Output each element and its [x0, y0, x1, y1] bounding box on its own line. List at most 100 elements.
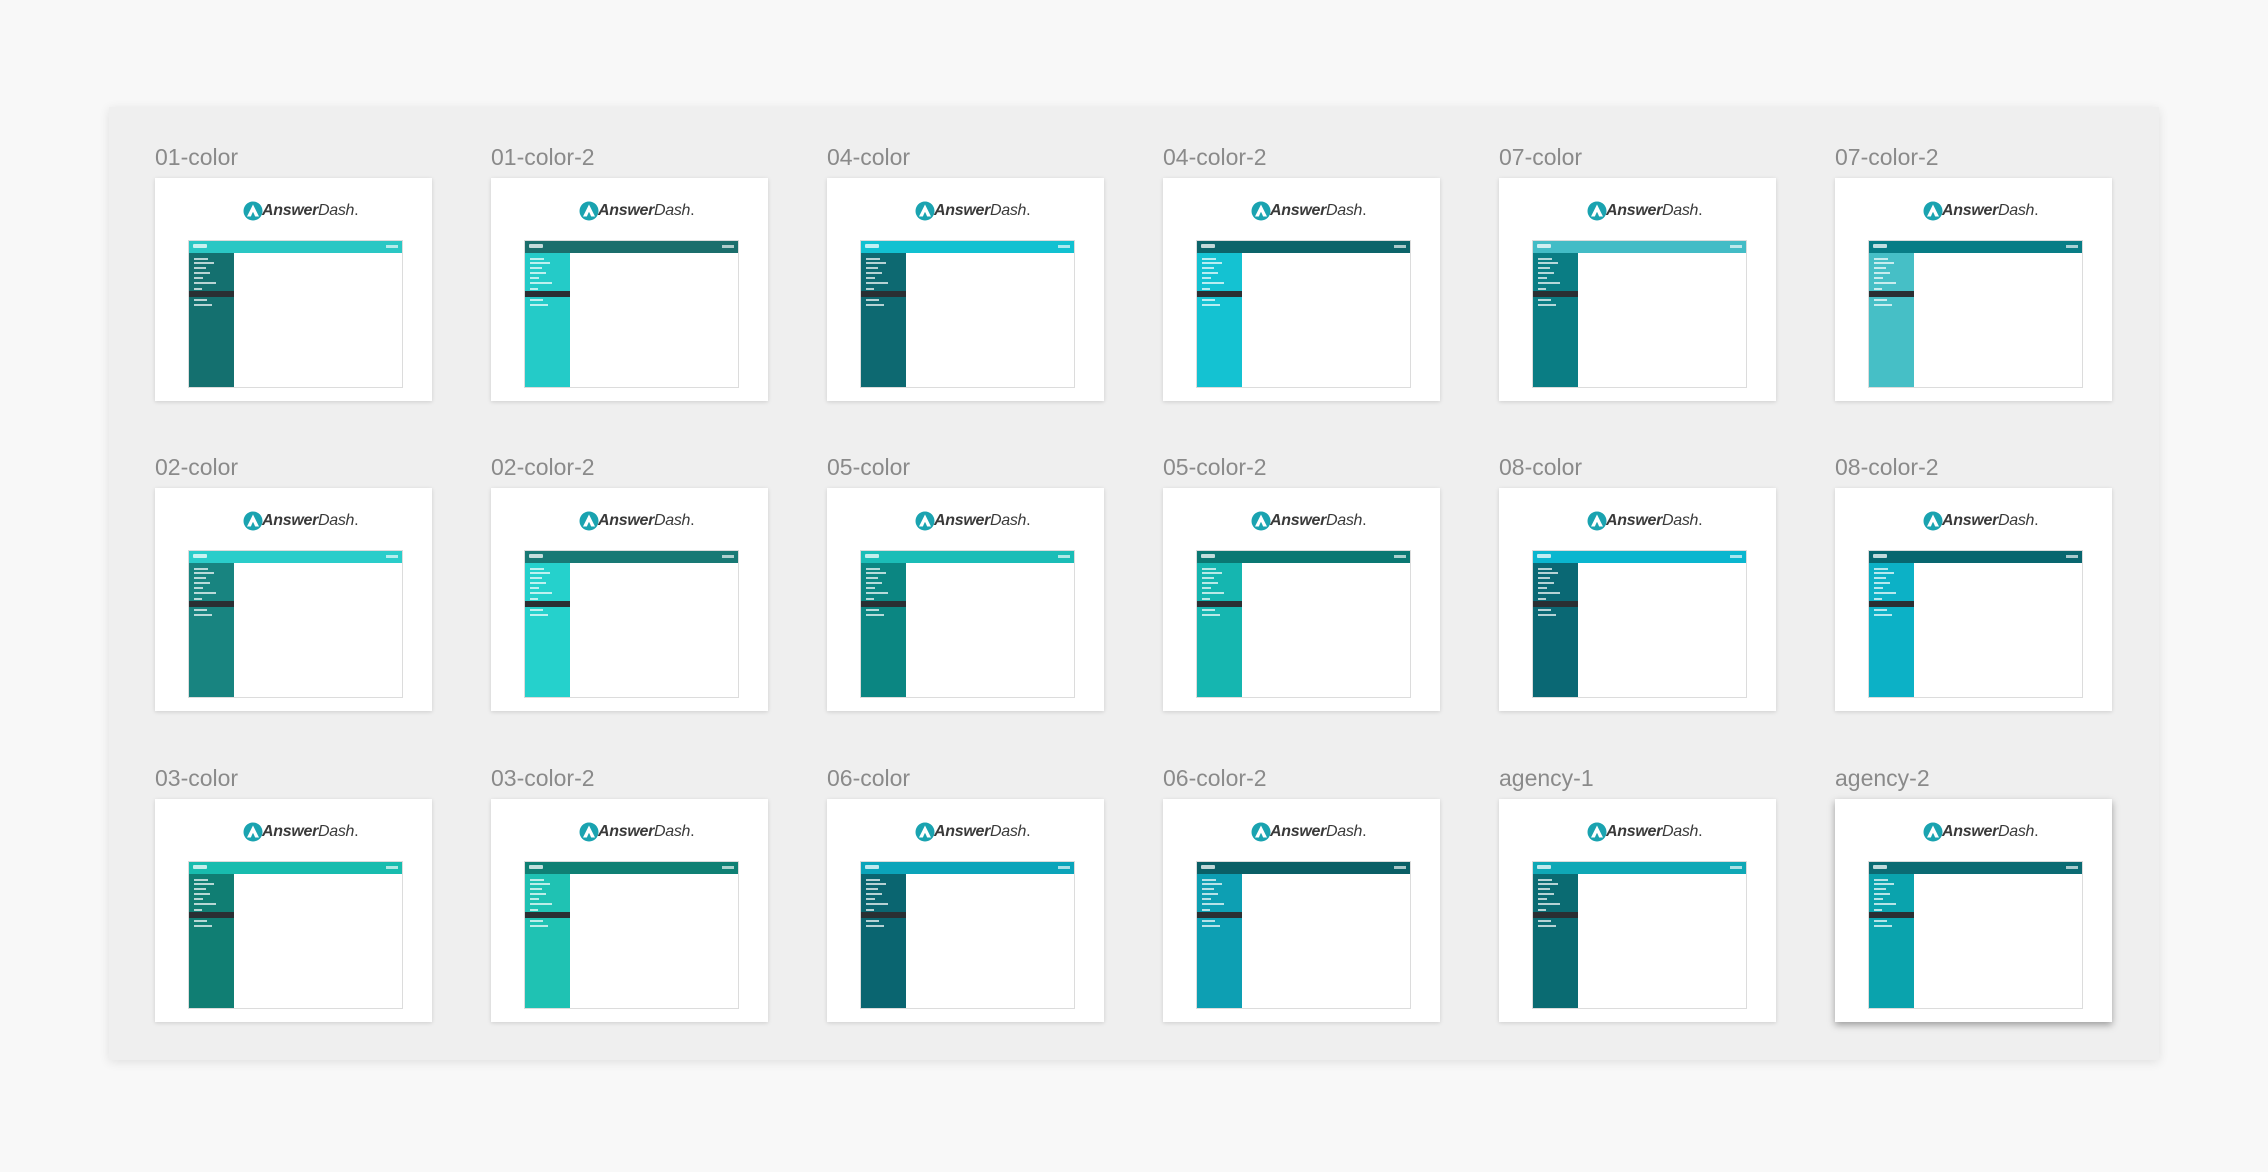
preview-user-menu: [386, 245, 398, 248]
artboard-card[interactable]: AnswerDash.: [1835, 799, 2112, 1022]
preview-sidebar-item: [866, 592, 888, 594]
artboard-label[interactable]: 02-color-2: [491, 454, 595, 481]
preview-sidebar-active-item: [1869, 291, 1914, 297]
preview-sidebar-item: [1874, 598, 1882, 600]
artboard-card[interactable]: AnswerDash.: [1835, 178, 2112, 401]
artboard-label[interactable]: agency-2: [1835, 765, 1930, 792]
logo-text: AnswerDash.: [934, 823, 1031, 840]
preview-sidebar-item: [194, 888, 206, 890]
artboard-card[interactable]: AnswerDash.: [827, 799, 1104, 1022]
preview-sidebar-active-item: [1533, 601, 1578, 607]
answerdash-logo: AnswerDash.: [827, 511, 1104, 531]
preview-sidebar-active-item: [525, 291, 570, 297]
artboard-label[interactable]: 07-color: [1499, 144, 1582, 171]
artboard-card[interactable]: AnswerDash.: [155, 799, 432, 1022]
artboard-card[interactable]: AnswerDash.: [1835, 488, 2112, 711]
preview-brand: [193, 865, 207, 869]
artboard-card[interactable]: AnswerDash.: [1499, 799, 1776, 1022]
artboard-label[interactable]: 04-color-2: [1163, 144, 1267, 171]
preview-sidebar-item: [1538, 903, 1560, 905]
dashboard-preview: [188, 861, 403, 1009]
dashboard-preview: [860, 861, 1075, 1009]
artboard-card[interactable]: AnswerDash.: [1163, 488, 1440, 711]
preview-sidebar-item: [1874, 304, 1892, 306]
logo-text: AnswerDash.: [1606, 823, 1703, 840]
artboard-label[interactable]: 05-color-2: [1163, 454, 1267, 481]
preview-sidebar: [1869, 253, 1914, 387]
artboard-label[interactable]: 04-color: [827, 144, 910, 171]
artboard-card[interactable]: AnswerDash.: [491, 178, 768, 401]
artboard-card[interactable]: AnswerDash.: [1499, 178, 1776, 401]
logo-text: AnswerDash.: [262, 202, 359, 219]
logo-text: AnswerDash.: [1270, 202, 1367, 219]
logo-text: AnswerDash.: [262, 823, 359, 840]
artboard-label[interactable]: 05-color: [827, 454, 910, 481]
artboard-card[interactable]: AnswerDash.: [155, 178, 432, 401]
preview-sidebar-active-item: [189, 291, 234, 297]
preview-sidebar-item: [1874, 577, 1886, 579]
artboard-card[interactable]: AnswerDash.: [491, 488, 768, 711]
preview-sidebar-item: [194, 272, 210, 274]
preview-topbar: [1197, 551, 1410, 563]
preview-sidebar-item: [1538, 614, 1556, 616]
preview-sidebar-active-item: [525, 912, 570, 918]
artboard-label[interactable]: 03-color: [155, 765, 238, 792]
preview-sidebar: [1533, 253, 1578, 387]
artboard-card[interactable]: AnswerDash.: [1163, 799, 1440, 1022]
preview-sidebar-item: [194, 288, 202, 290]
artboard-label[interactable]: 01-color-2: [491, 144, 595, 171]
artboard-label[interactable]: 06-color: [827, 765, 910, 792]
preview-sidebar-item: [194, 577, 206, 579]
preview-sidebar-item: [866, 898, 875, 900]
preview-sidebar-item: [1538, 577, 1550, 579]
answerdash-logo-icon: [1587, 822, 1607, 842]
artboard-label[interactable]: 01-color: [155, 144, 238, 171]
artboard-label[interactable]: 02-color: [155, 454, 238, 481]
preview-sidebar-active-item: [189, 601, 234, 607]
preview-sidebar-item: [866, 893, 882, 895]
preview-sidebar-item: [194, 582, 210, 584]
preview-topbar: [1197, 862, 1410, 874]
artboard-label[interactable]: agency-1: [1499, 765, 1594, 792]
preview-sidebar-item: [530, 883, 550, 885]
preview-sidebar-active-item: [1197, 912, 1242, 918]
preview-sidebar-item: [1202, 909, 1210, 911]
preview-sidebar-active-item: [1197, 601, 1242, 607]
preview-sidebar-item: [194, 903, 216, 905]
artboard-card[interactable]: AnswerDash.: [1499, 488, 1776, 711]
artboard-card[interactable]: AnswerDash.: [827, 178, 1104, 401]
artboard-label[interactable]: 08-color-2: [1835, 454, 1939, 481]
preview-sidebar-item: [1202, 568, 1216, 570]
artboard-label[interactable]: 08-color: [1499, 454, 1582, 481]
answerdash-logo: AnswerDash.: [1835, 201, 2112, 221]
artboard-label[interactable]: 03-color-2: [491, 765, 595, 792]
preview-sidebar: [1869, 874, 1914, 1008]
preview-sidebar-item: [194, 299, 207, 301]
preview-sidebar-item: [1874, 568, 1888, 570]
preview-sidebar-item: [866, 304, 884, 306]
preview-user-menu: [1394, 245, 1406, 248]
artboard-label[interactable]: 06-color-2: [1163, 765, 1267, 792]
preview-user-menu: [1058, 245, 1070, 248]
preview-sidebar-item: [1202, 304, 1220, 306]
preview-sidebar-item: [1874, 299, 1887, 301]
artboard-card[interactable]: AnswerDash.: [827, 488, 1104, 711]
artboard-canvas[interactable]: 01-color AnswerDash. 01-color-2 AnswerDa…: [109, 107, 2159, 1060]
preview-sidebar-item: [1874, 609, 1887, 611]
preview-sidebar-item: [866, 577, 878, 579]
preview-sidebar-item: [194, 909, 202, 911]
preview-user-menu: [1730, 245, 1742, 248]
logo-text: AnswerDash.: [1270, 512, 1367, 529]
preview-sidebar-item: [1538, 592, 1560, 594]
preview-sidebar-item: [1874, 572, 1894, 574]
preview-sidebar-item: [866, 288, 874, 290]
artboard-card[interactable]: AnswerDash.: [155, 488, 432, 711]
preview-sidebar-item: [866, 582, 882, 584]
preview-sidebar-item: [1874, 258, 1888, 260]
preview-sidebar-item: [194, 609, 207, 611]
artboard-card[interactable]: AnswerDash.: [1163, 178, 1440, 401]
preview-sidebar-item: [866, 299, 879, 301]
artboard-card[interactable]: AnswerDash.: [491, 799, 768, 1022]
preview-sidebar-item: [530, 592, 552, 594]
artboard-label[interactable]: 07-color-2: [1835, 144, 1939, 171]
